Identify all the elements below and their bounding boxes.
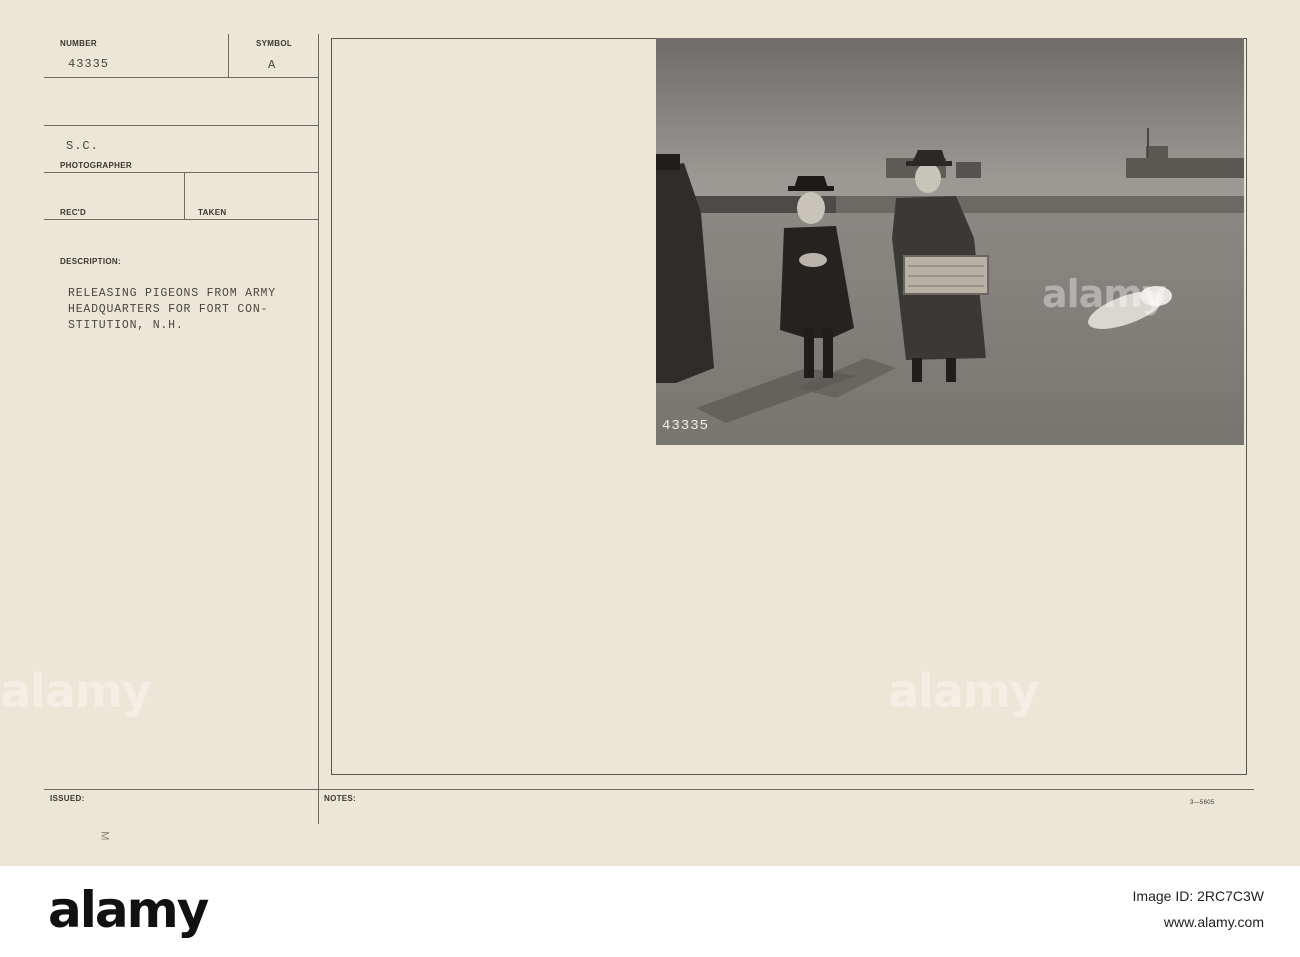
rule-number-symbol xyxy=(228,34,229,77)
photographer-label: PHOTOGRAPHER xyxy=(60,161,132,170)
number-label: NUMBER xyxy=(60,39,97,48)
rule-number-row xyxy=(44,77,318,78)
number-value: 43335 xyxy=(68,57,110,71)
notes-label: NOTES: xyxy=(324,794,357,803)
recd-label: REC'D xyxy=(60,208,87,217)
stock-footer: alamy Image ID: 2RC7C3W www.alamy.com xyxy=(0,866,1300,957)
margin-mark: M xyxy=(98,831,111,841)
archive-record-card: NUMBER 43335 SYMBOL A S.C. PHOTOGRAPHER … xyxy=(0,0,1300,866)
rule-dates-row xyxy=(44,219,318,220)
watermark: alamy xyxy=(0,664,152,718)
site-url[interactable]: www.alamy.com xyxy=(1164,914,1264,930)
symbol-value: A xyxy=(268,58,277,72)
description-text: RELEASING PIGEONS FROM ARMY HEADQUARTERS… xyxy=(68,286,276,334)
rule-column-divider xyxy=(318,34,319,824)
symbol-label: SYMBOL xyxy=(256,39,293,48)
rooftop-scene xyxy=(656,38,1244,445)
form-code: 3—5605 xyxy=(1190,800,1215,806)
rule-agency-row xyxy=(44,125,318,126)
issued-label: ISSUED: xyxy=(50,794,85,803)
rule-recd-taken xyxy=(184,172,185,219)
taken-label: TAKEN xyxy=(198,208,227,217)
rule-bottom xyxy=(44,789,1254,790)
negative-number: 43335 xyxy=(662,418,710,434)
watermark: alamy xyxy=(1042,272,1167,316)
alamy-logo: alamy xyxy=(48,881,209,939)
rule-photographer-row xyxy=(44,172,318,173)
photograph: 43335 xyxy=(656,38,1244,445)
description-line: RELEASING PIGEONS FROM ARMY xyxy=(68,287,276,300)
description-line: HEADQUARTERS FOR FORT CON- xyxy=(68,303,269,316)
agency-value: S.C. xyxy=(66,139,99,153)
description-label: DESCRIPTION: xyxy=(60,257,121,266)
description-line: STITUTION, N.H. xyxy=(68,319,184,332)
image-id: Image ID: 2RC7C3W xyxy=(1132,888,1264,904)
watermark: alamy xyxy=(888,664,1040,718)
